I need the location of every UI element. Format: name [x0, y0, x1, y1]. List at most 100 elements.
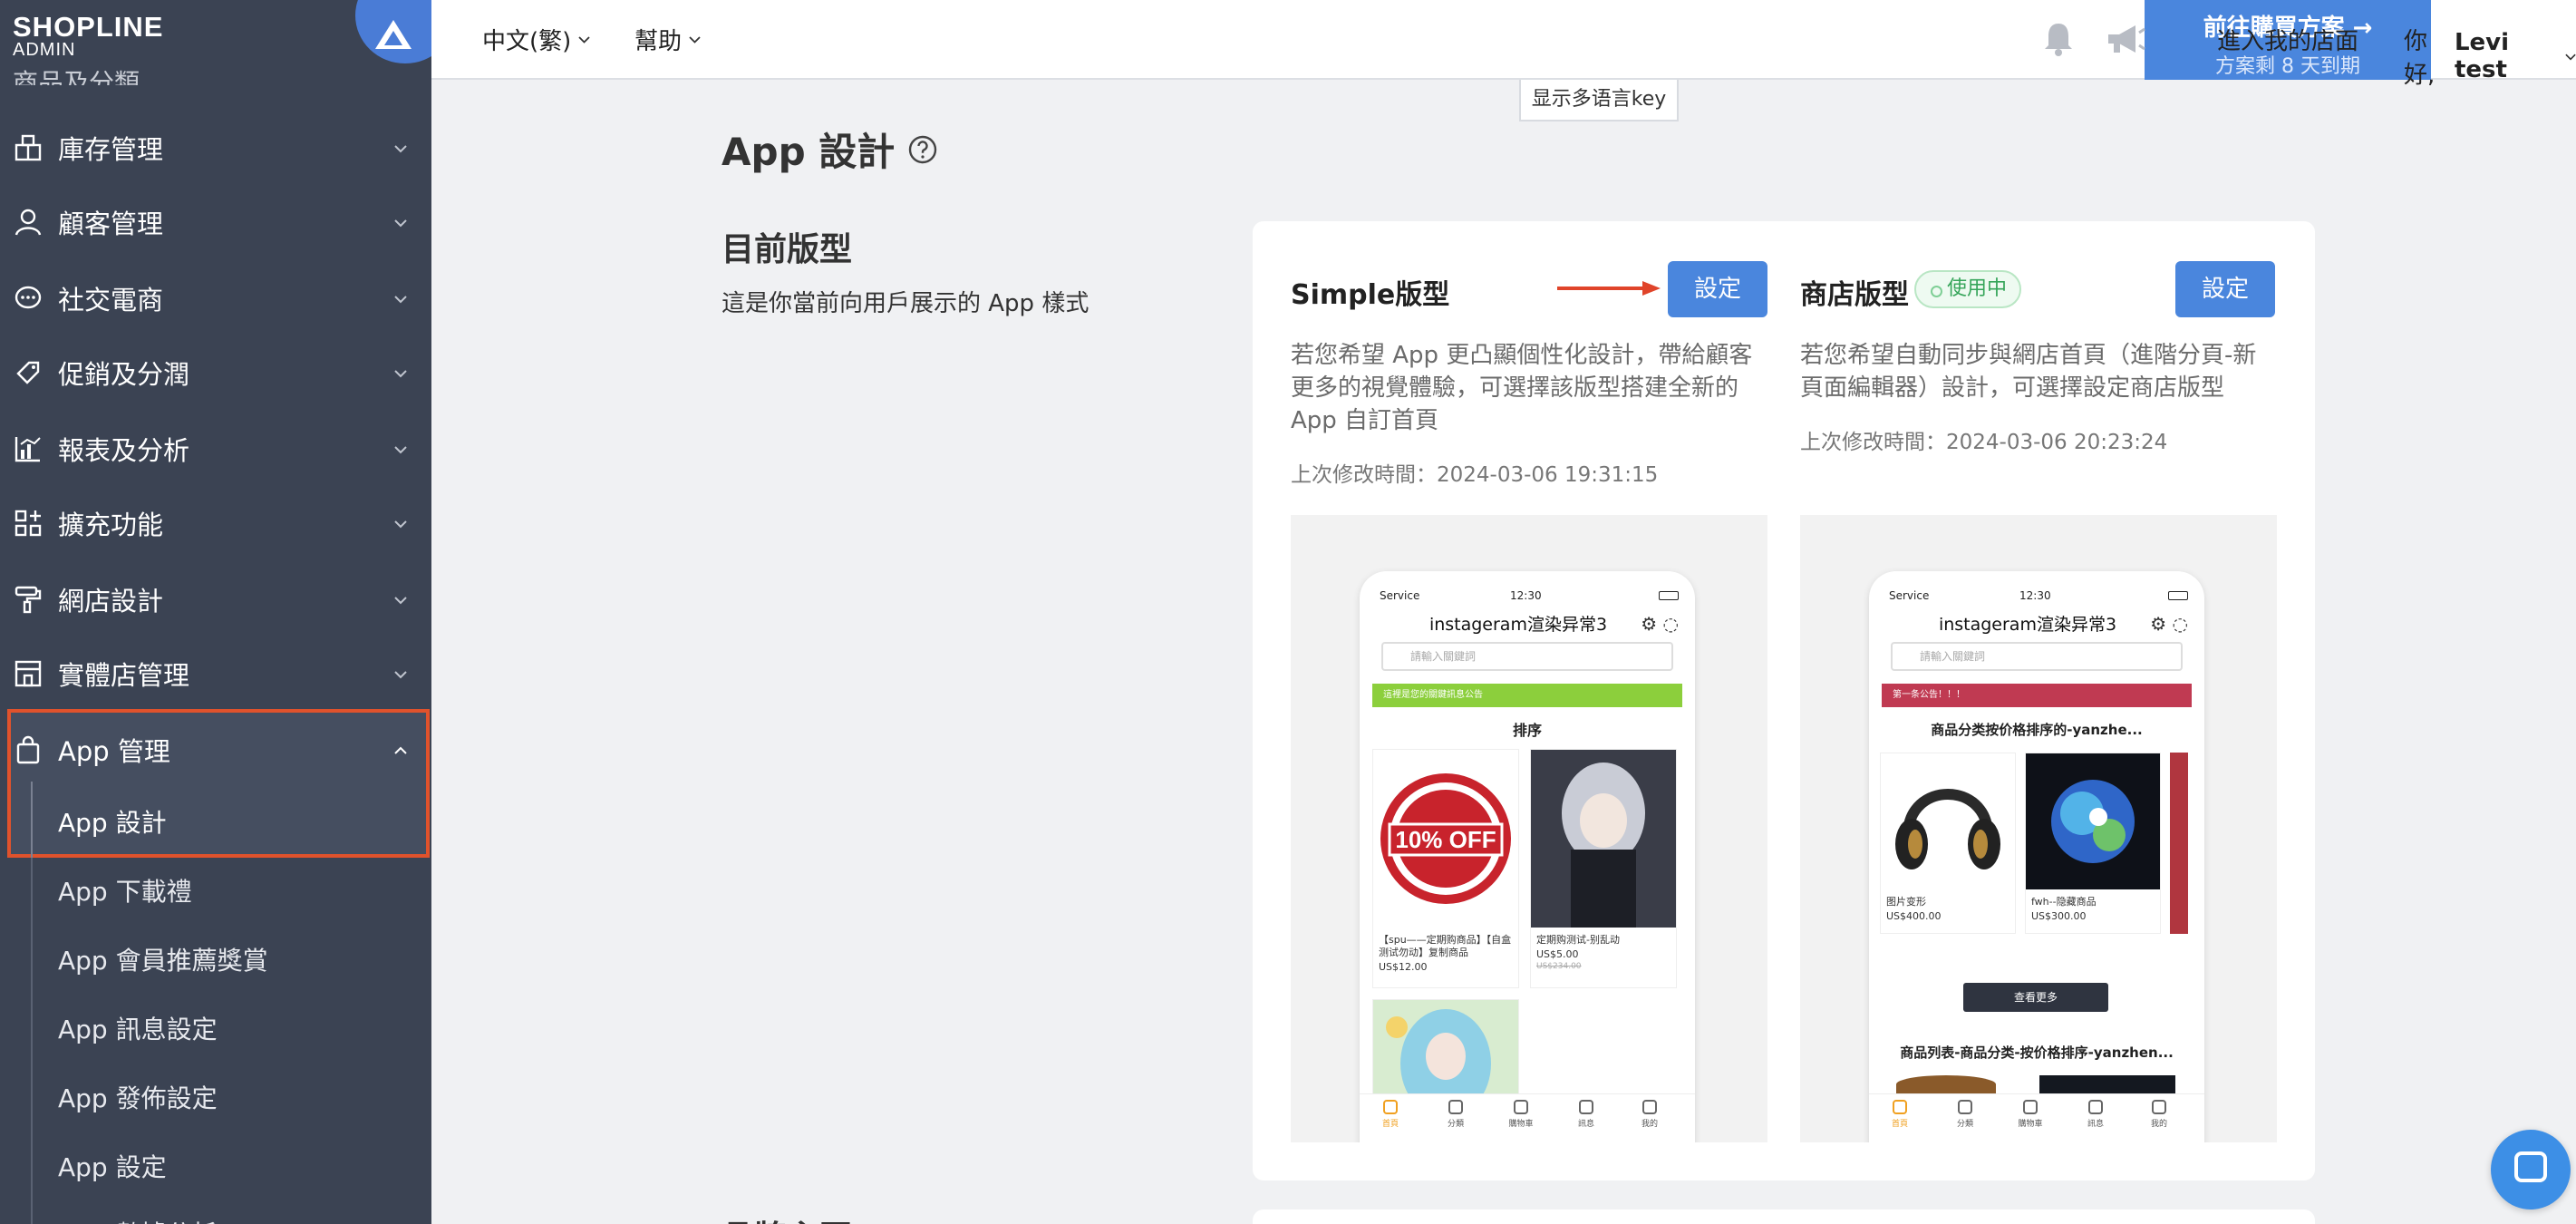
phone-product-card: 定期购测试-别乱动 US$5.00 US$234.00 — [1530, 749, 1677, 988]
sidebar-subitem-app-settings[interactable]: App 設定 — [58, 1148, 167, 1184]
chart-icon — [15, 437, 41, 462]
phone-mockup: Service 12:30 instageram渲染异常3 ⚙ ◌ 請輸入關鍵詞… — [1869, 571, 2204, 1142]
product-price: US$5.00 — [1536, 948, 1579, 960]
chevron-down-icon — [394, 446, 407, 454]
support-chat-button[interactable] — [2491, 1130, 2571, 1209]
sidebar-item-social-commerce[interactable]: 社交電商 — [0, 261, 431, 335]
product-name: 图片变形 — [1886, 896, 1926, 908]
simple-template-name: Simple版型 — [1291, 279, 1450, 311]
phone-mockup: Service 12:30 instageram渲染异常3 ⚙ ◌ 請輸入關鍵詞… — [1360, 571, 1695, 1142]
megaphone-icon[interactable] — [2103, 18, 2148, 60]
product-name: fwh--隐藏商品 — [2031, 896, 2097, 908]
user-menu[interactable]: 你好, Levi test — [2404, 23, 2576, 90]
sidebar-item-label: 促銷及分潤 — [58, 359, 190, 390]
phone-product-card-partial — [2170, 753, 2188, 934]
product-price: US$400.00 — [1886, 910, 1942, 922]
status-carrier: Service — [1889, 589, 1930, 602]
admin-label: ADMIN — [13, 40, 76, 60]
brand-page-card — [1253, 1209, 2315, 1224]
chevron-down-icon — [394, 219, 407, 228]
store-template-set-button[interactable]: 設定 — [2175, 261, 2275, 317]
shopping-bag-icon — [16, 735, 40, 764]
phone-tab-category: 分類 — [1938, 1100, 1992, 1129]
chevron-up-icon — [394, 746, 407, 754]
sidebar-subitem-app-analytics[interactable]: App 數據分析 — [58, 1215, 218, 1224]
sidebar-item-label: App 管理 — [58, 736, 170, 767]
sidebar-item-customers[interactable]: 顧客管理 — [0, 185, 431, 259]
chevron-down-icon — [2565, 53, 2576, 60]
phone-tab-bar: 首頁 分類 購物車 訊息 我的 — [1869, 1093, 2204, 1139]
show-language-key-button[interactable]: 显示多语言key — [1519, 80, 1679, 121]
sidebar-item-label: 報表及分析 — [58, 435, 190, 466]
phone-product-card — [1372, 999, 1519, 1099]
sidebar-item-reports[interactable]: 報表及分析 — [0, 412, 431, 486]
sidebar-item-label: 擴充功能 — [58, 510, 164, 540]
simple-template-preview: Service 12:30 instageram渲染异常3 ⚙ ◌ 請輸入關鍵詞… — [1291, 515, 1767, 1142]
submenu-active-line — [31, 782, 33, 858]
chevron-down-icon — [394, 671, 407, 679]
simple-template-modified: 上次修改時間：2024-03-06 19:31:15 — [1291, 463, 1659, 487]
inventory-icon — [15, 134, 42, 161]
sidebar-item-extensions[interactable]: 擴充功能 — [0, 486, 431, 560]
sidebar-item-label: 庫存管理 — [58, 134, 164, 165]
bell-icon[interactable] — [2038, 18, 2079, 60]
phone-tab-profile: 我的 — [1622, 1100, 1677, 1129]
page-title-text: App 設計 — [721, 130, 896, 174]
question-circle-icon[interactable] — [907, 134, 938, 165]
chevron-down-icon — [394, 370, 407, 378]
simple-template-set-button[interactable]: 設定 — [1668, 261, 1767, 317]
sidebar-item-physical-store[interactable]: 實體店管理 — [0, 636, 431, 711]
sidebar-subitem-app-publish[interactable]: App 發佈設定 — [58, 1079, 218, 1115]
chevron-down-icon — [394, 520, 407, 529]
status-time: 12:30 — [1510, 589, 1542, 602]
sidebar-item-store-design[interactable]: 網店設計 — [0, 562, 431, 636]
product-price: US$300.00 — [2031, 910, 2087, 922]
sidebar-item-promotions[interactable]: 促銷及分潤 — [0, 335, 431, 410]
shopline-logo[interactable]: SHOPLINE — [13, 11, 163, 44]
sidebar-subitem-app-message[interactable]: App 訊息設定 — [58, 1010, 218, 1046]
phone-tab-home: 首頁 — [1873, 1100, 1927, 1129]
apps-grid-icon — [15, 510, 42, 537]
sidebar-subitem-app-download-gift[interactable]: App 下載禮 — [58, 872, 192, 908]
enter-store-link[interactable]: 進入我的店面 — [2217, 23, 2358, 56]
submenu-line — [31, 858, 33, 1224]
phone-tab-message: 訊息 — [1559, 1100, 1613, 1129]
product-image-anime-blue — [1373, 1000, 1518, 1098]
product-name: 定期购测试-别乱动 — [1536, 934, 1620, 946]
status-time: 12:30 — [2019, 589, 2051, 602]
shopline-mark-icon[interactable] — [373, 18, 413, 51]
product-image-discount-stamp: 10% OFF — [1373, 750, 1518, 928]
svg-text:10% OFF: 10% OFF — [1395, 826, 1496, 853]
phone-announcement-banner: 這裡是您的關鍵訊息公告 — [1372, 684, 1682, 707]
enter-store-label: 進入我的店面 — [2217, 28, 2359, 55]
sidebar-subitem-app-referral[interactable]: App 會員推薦獎賞 — [58, 941, 268, 977]
phone-product-card: fwh--隐藏商品 US$300.00 — [2025, 753, 2161, 934]
chat-bubble-icon — [15, 286, 42, 309]
help-menu[interactable]: 幫助 — [634, 23, 701, 56]
simple-template-desc: 若您希望 App 更凸顯個性化設計，帶給顧客更多的視覺體驗，可選擇該版型搭建全新… — [1291, 342, 1753, 434]
sidebar-item-label: 實體店管理 — [58, 660, 190, 691]
chevron-down-icon — [689, 36, 701, 44]
sidebar-item-app-management[interactable]: App 管理 — [0, 713, 431, 787]
chat-icon — [2514, 1151, 2547, 1182]
sidebar-item-inventory[interactable]: 庫存管理 — [0, 111, 431, 185]
store-template-preview: Service 12:30 instageram渲染异常3 ⚙ ◌ 請輸入關鍵詞… — [1800, 515, 2277, 1142]
sidebar-subitem-app-design[interactable]: App 設計 — [58, 803, 167, 840]
sidebar-item-label: 顧客管理 — [58, 209, 164, 239]
phone-header-icons: ⚙ ◌ — [2150, 613, 2188, 635]
phone-section-heading: 排序 — [1512, 722, 1542, 739]
phone-section-heading: 商品分类按价格排序的-yanzhe... — [1931, 722, 2143, 738]
top-bar: 中文(繁) 幫助 前往購買方案 → 方案剩 8 天到期 進入我的店面 你好, L… — [431, 0, 2576, 89]
in-use-badge: 使用中 — [1914, 270, 2021, 308]
phone-tab-profile: 我的 — [2132, 1100, 2186, 1129]
current-template-desc: 這是你當前向用戶展示的 App 樣式 — [721, 290, 1089, 317]
phone-product-image-partial — [1896, 1075, 1996, 1093]
chevron-down-icon — [394, 296, 407, 304]
phone-search-bar: 請輸入關鍵詞 — [1891, 642, 2183, 671]
product-price: US$12.00 — [1379, 961, 1428, 973]
language-selector[interactable]: 中文(繁) — [482, 23, 590, 56]
product-name: 【spu——定期购商品】【自盒测试勿动】复制商品 — [1379, 934, 1512, 958]
phone-tab-message: 訊息 — [2068, 1100, 2123, 1129]
chevron-down-icon — [394, 597, 407, 605]
phone-tab-cart: 購物車 — [1494, 1100, 1548, 1129]
